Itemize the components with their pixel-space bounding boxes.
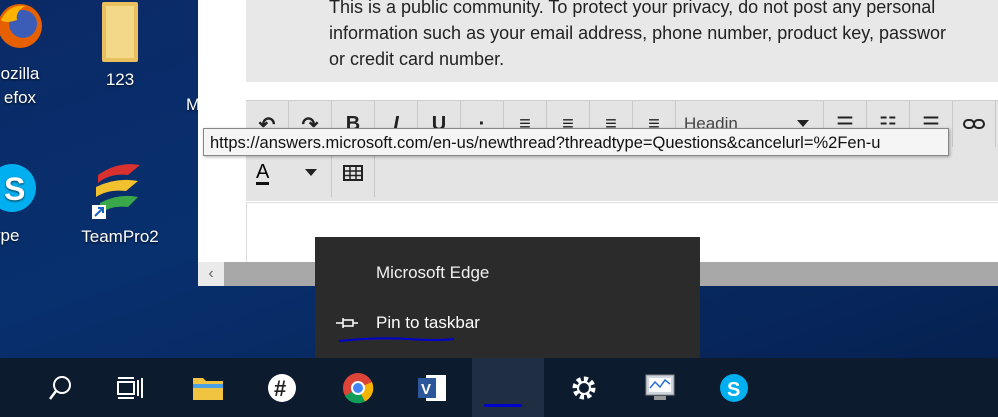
desktop-icon-teampro2[interactable]: TeamPro2: [78, 155, 162, 247]
scroll-left-arrow-icon[interactable]: ‹: [198, 262, 224, 286]
svg-text:V: V: [421, 381, 431, 398]
desktop-icon-label: ype: [0, 226, 20, 245]
font-color-icon: A: [256, 160, 270, 185]
taskbar: # V S: [0, 358, 998, 417]
taskbar-visio-button[interactable]: V: [408, 358, 456, 417]
teampro-icon: [92, 164, 140, 219]
desktop-icon-label: 123: [105, 70, 135, 89]
privacy-notice-text: This is a public community. To protect y…: [329, 0, 946, 69]
taskbar-file-explorer-button[interactable]: [184, 358, 232, 417]
desktop-icon-folder-123[interactable]: 123: [80, 0, 160, 90]
edge-icon: [508, 387, 509, 388]
svg-text:S: S: [4, 171, 25, 207]
svg-text:#: #: [274, 376, 286, 401]
chrome-icon: [343, 372, 374, 403]
taskbar-task-view-button[interactable]: [106, 358, 154, 417]
font-color-button[interactable]: A: [246, 149, 332, 197]
insert-table-button[interactable]: [332, 149, 375, 197]
performance-monitor-icon: [645, 374, 675, 400]
pin-icon: [336, 318, 358, 328]
privacy-notice: This is a public community. To protect y…: [246, 0, 998, 82]
jumplist-app-name[interactable]: Microsoft Edge: [376, 263, 489, 283]
pin-to-taskbar-label: Pin to taskbar: [376, 313, 480, 332]
desktop-icon-firefox[interactable]: ozilla efox: [0, 0, 60, 110]
visio-icon: V: [418, 374, 446, 401]
search-icon: [49, 375, 71, 400]
file-explorer-icon: [193, 377, 223, 400]
slack-icon: #: [268, 373, 296, 402]
url-tooltip: https://answers.microsoft.com/en-us/newt…: [203, 128, 949, 156]
chevron-down-icon: [305, 169, 317, 176]
skype-icon: S: [0, 164, 36, 212]
chevron-down-icon: [797, 120, 809, 127]
link-icon: [963, 119, 985, 129]
annotation-underline: [338, 337, 455, 342]
svg-text:S: S: [727, 379, 740, 401]
firefox-icon: [0, 4, 42, 48]
task-view-icon: [117, 376, 143, 399]
taskbar-slack-button[interactable]: #: [258, 358, 306, 417]
desktop-icon-label: TeamPro2: [81, 227, 159, 246]
desktop-icon-skype[interactable]: S ype: [0, 158, 60, 246]
taskbar-skype-button[interactable]: S: [710, 358, 758, 417]
link-button[interactable]: [953, 101, 996, 147]
toolbar-row-2: A: [246, 149, 375, 197]
taskbar-settings-button[interactable]: [560, 358, 608, 417]
table-icon: [343, 165, 363, 181]
taskbar-edge-button[interactable]: [472, 358, 544, 417]
settings-icon: [572, 376, 596, 399]
taskbar-search-button[interactable]: [36, 358, 84, 417]
desktop-icon-label: ozilla efox: [0, 64, 40, 107]
taskbar-chrome-button[interactable]: [334, 358, 382, 417]
taskbar-performance-monitor-button[interactable]: [636, 358, 684, 417]
active-app-indicator: [484, 404, 522, 407]
skype-icon: S: [720, 373, 748, 402]
folder-icon: [102, 2, 138, 62]
